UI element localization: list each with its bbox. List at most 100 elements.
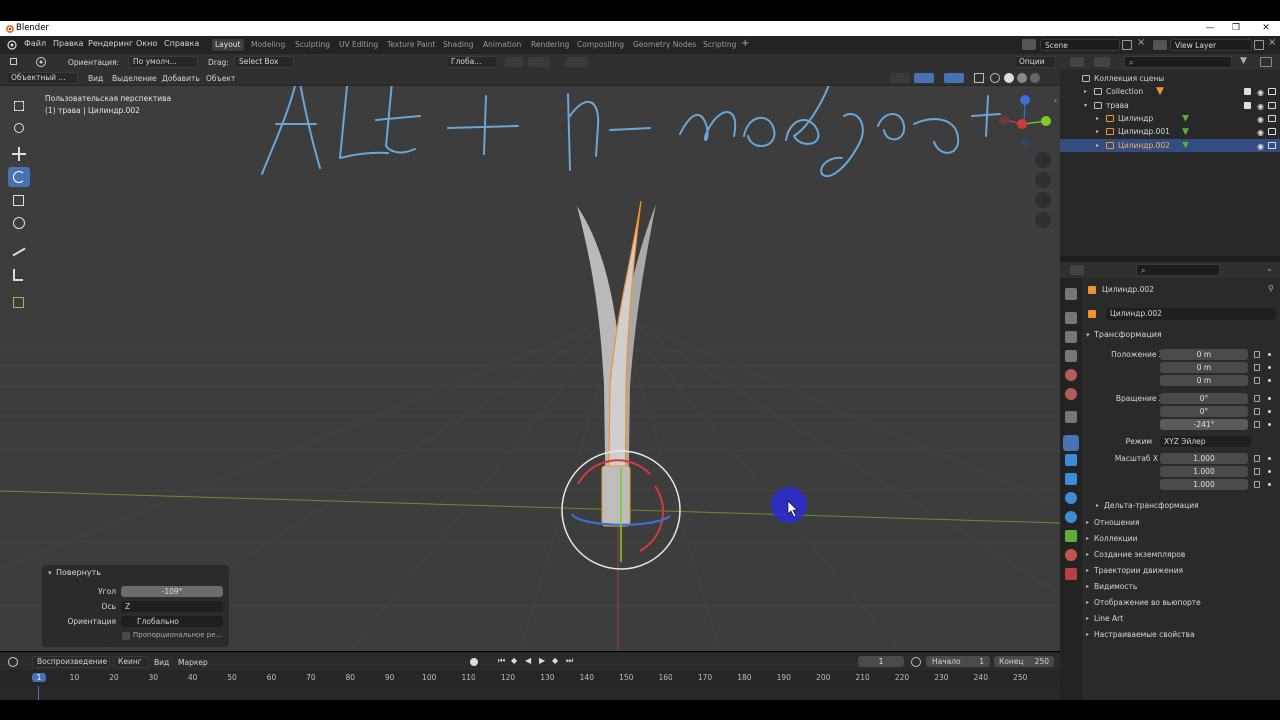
panel-collapse-icon[interactable]: ▾: [48, 569, 52, 577]
menu-add[interactable]: Добавить: [162, 74, 200, 83]
properties-search-input[interactable]: ⌕: [1136, 264, 1220, 276]
tab-rendering[interactable]: Rendering: [528, 39, 572, 51]
lock-icon[interactable]: [1254, 351, 1260, 358]
transform-section-title[interactable]: Трансформация: [1094, 330, 1162, 339]
tab-compositing[interactable]: Compositing: [574, 39, 627, 51]
timeline-area[interactable]: [0, 686, 1060, 700]
visibility-icon[interactable]: [890, 73, 910, 83]
rotation-x-field[interactable]: 0°: [1160, 393, 1248, 404]
section-collapse-icon[interactable]: ▸: [1086, 615, 1089, 622]
transform-collapse-icon[interactable]: ▾: [1086, 331, 1090, 339]
expand-icon[interactable]: ▾: [1084, 99, 1087, 112]
property-section-title[interactable]: Создание экземпляров: [1094, 550, 1185, 559]
maximize-button[interactable]: ❐: [1222, 21, 1250, 36]
drag-dropdown[interactable]: Select Box: [234, 56, 294, 68]
view-layer-field[interactable]: View Layer: [1170, 39, 1252, 51]
lock-icon[interactable]: [1254, 395, 1260, 402]
timeline-view-menu[interactable]: Вид: [154, 658, 169, 667]
render-visibility-icon[interactable]: [1268, 114, 1276, 122]
menu-view[interactable]: Вид: [88, 74, 103, 83]
solid-shading-icon[interactable]: [1004, 73, 1014, 83]
clock-icon[interactable]: [911, 657, 921, 667]
add-workspace-icon[interactable]: +: [741, 38, 749, 49]
object-tab-icon[interactable]: [1063, 435, 1079, 451]
scale-z-field[interactable]: 1.000: [1160, 479, 1248, 490]
add-cube-tool-icon[interactable]: [8, 292, 30, 312]
constraints-tab-icon[interactable]: [1065, 511, 1077, 523]
proportional-checkbox[interactable]: [122, 632, 130, 640]
proportional-edit-icon[interactable]: [566, 57, 588, 67]
menu-file[interactable]: Файл: [24, 39, 46, 48]
pivot-point-icon[interactable]: [505, 57, 523, 67]
data-tab-icon[interactable]: [1065, 530, 1077, 542]
tool-tab-icon[interactable]: [1065, 288, 1077, 300]
tab-uv-editing[interactable]: UV Editing: [336, 39, 381, 51]
xray-icon[interactable]: [974, 73, 984, 83]
tab-layout[interactable]: Layout: [212, 39, 244, 51]
pin-icon[interactable]: ⚲: [1268, 284, 1274, 293]
lock-icon[interactable]: [1254, 377, 1260, 384]
location-z-field[interactable]: 0 m: [1160, 375, 1248, 386]
outliner-row[interactable]: ▸ Collection ◉: [1060, 85, 1280, 98]
outliner-row[interactable]: ▾ трава ◉: [1060, 99, 1280, 112]
play-reverse-icon[interactable]: ◀: [525, 656, 531, 665]
rotation-mode-dropdown[interactable]: XYZ Эйлер: [1160, 436, 1252, 447]
scale-tool-icon[interactable]: [8, 190, 30, 210]
property-section-title[interactable]: Отношения: [1094, 518, 1140, 527]
outliner-row[interactable]: Коллекция сцены: [1060, 72, 1280, 85]
tab-shading[interactable]: Shading: [440, 39, 476, 51]
keyframe-dot-icon[interactable]: [1268, 366, 1271, 369]
record-icon[interactable]: [470, 658, 478, 666]
outliner-editor-icon[interactable]: [1070, 57, 1084, 67]
lock-icon[interactable]: [1254, 364, 1260, 371]
playback-menu[interactable]: Воспроизведение: [32, 656, 110, 668]
editor-type-icon[interactable]: [8, 657, 18, 667]
render-visibility-icon[interactable]: [1268, 88, 1276, 96]
lock-icon[interactable]: [1254, 481, 1260, 488]
angle-field[interactable]: -109°: [121, 586, 223, 597]
exclude-checkbox[interactable]: [1244, 88, 1251, 96]
particles-tab-icon[interactable]: [1065, 473, 1077, 485]
section-collapse-icon[interactable]: ▸: [1086, 599, 1089, 606]
delta-collapse-icon[interactable]: ▸: [1096, 502, 1099, 509]
orientation-dropdown[interactable]: По умолч...: [128, 56, 198, 68]
measure-tool-icon[interactable]: [8, 265, 30, 285]
annotate-tool-icon[interactable]: [8, 242, 30, 262]
keyframe-dot-icon[interactable]: [1268, 410, 1271, 413]
section-collapse-icon[interactable]: ▸: [1086, 567, 1089, 574]
eye-icon[interactable]: ◉: [1257, 126, 1264, 139]
material-shading-icon[interactable]: [1017, 73, 1027, 83]
keyframe-dot-icon[interactable]: [1268, 379, 1271, 382]
pan-hand-icon[interactable]: [1035, 172, 1051, 188]
expand-icon[interactable]: ▸: [1096, 139, 1099, 152]
sidebar-toggle-icon[interactable]: ‹: [1054, 96, 1057, 105]
eye-icon[interactable]: ◉: [1257, 100, 1264, 113]
select-tool-icon[interactable]: [8, 96, 30, 116]
playhead-line[interactable]: [38, 686, 39, 700]
menu-window[interactable]: Окно: [136, 39, 157, 48]
lock-icon[interactable]: [1254, 408, 1260, 415]
collection-tab-icon[interactable]: [1065, 411, 1077, 423]
transform-tool-icon[interactable]: [8, 213, 30, 233]
start-frame-field[interactable]: Начало 1: [926, 656, 990, 667]
tab-scripting[interactable]: Scripting: [700, 39, 739, 51]
tab-texture-paint[interactable]: Texture Paint: [384, 39, 438, 51]
rotation-y-field[interactable]: 0°: [1160, 406, 1248, 417]
menu-help[interactable]: Справка: [164, 39, 199, 48]
modifier-tab-icon[interactable]: [1065, 454, 1077, 466]
exclude-checkbox[interactable]: [1244, 101, 1251, 109]
lock-icon[interactable]: [1254, 455, 1260, 462]
transform-orientation-dropdown[interactable]: Глоба...: [446, 56, 498, 68]
timeline-ruler[interactable]: 1 10 20 30 40 50 60 70 80 90 100 110 120 130 140 150 160…: [0, 670, 1060, 686]
tab-modeling[interactable]: Modeling: [248, 39, 288, 51]
options-dropdown[interactable]: Опции: [1014, 56, 1056, 68]
view-layer-tab-icon[interactable]: [1065, 350, 1077, 362]
jump-end-icon[interactable]: ⏭: [566, 656, 573, 666]
new-view-layer-icon[interactable]: [1254, 40, 1264, 50]
jump-start-icon[interactable]: ⏮: [498, 656, 505, 666]
next-keyframe-icon[interactable]: ◆: [552, 656, 558, 665]
menu-render[interactable]: Рендеринг: [88, 39, 133, 48]
menu-edit[interactable]: Правка: [53, 39, 83, 48]
scene-icon[interactable]: [1022, 39, 1036, 50]
blender-menu-icon[interactable]: [6, 39, 17, 50]
